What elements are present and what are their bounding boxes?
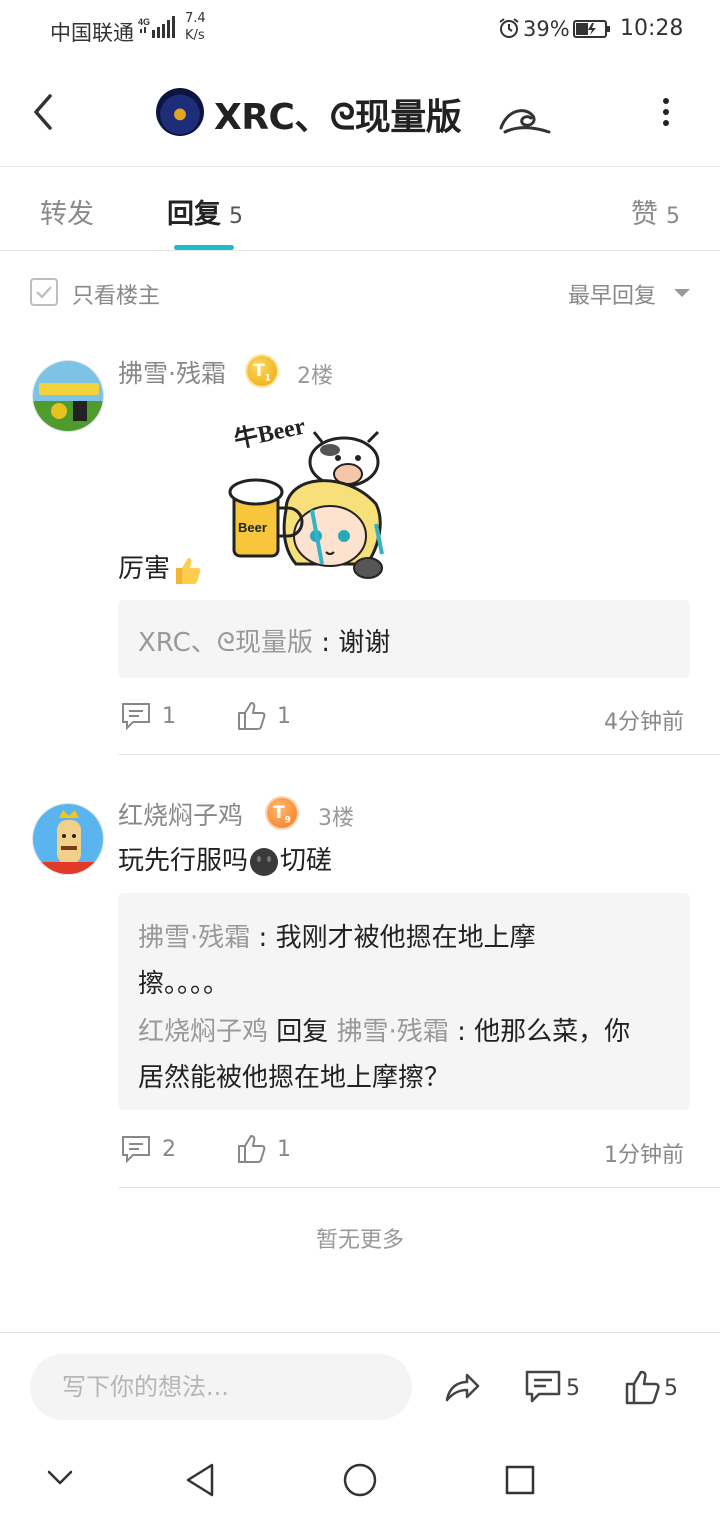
status-bar: 中国联通 4G 7.4 K/s 39% 10:28 bbox=[0, 0, 720, 58]
page-title: XRC、ᘓ现量版 bbox=[214, 97, 462, 138]
quote-line: 红烧焖子鸡 回复 拂雪·残霜 : 他那么菜，你 bbox=[138, 1017, 631, 1047]
quote-line: 居然能被他摁在地上摩擦？ bbox=[138, 1063, 451, 1093]
comment-1-time: 4分钟前 bbox=[604, 710, 684, 735]
quote-line: 拂雪·残霜 : 我刚才被他摁在地上摩 bbox=[138, 923, 536, 953]
only-op-label[interactable]: 只看楼主 bbox=[72, 278, 160, 310]
avatar-image bbox=[33, 804, 103, 874]
share-icon[interactable] bbox=[443, 1368, 481, 1406]
tab-replies[interactable]: 回复 5 bbox=[167, 192, 243, 231]
thumbs-up-emoji-icon bbox=[176, 557, 201, 584]
quote-line: 擦。。。。 bbox=[138, 969, 230, 999]
reply-icon[interactable] bbox=[120, 1133, 152, 1165]
comment-1-username[interactable]: 拂雪·残霜 bbox=[118, 354, 226, 390]
comment-2-reply-count: 2 bbox=[162, 1137, 176, 1162]
nav-recents-icon[interactable] bbox=[504, 1464, 536, 1496]
network-speed: 7.4 K/s bbox=[185, 11, 206, 43]
comment-1-reply-count: 1 bbox=[162, 704, 176, 729]
like-icon[interactable] bbox=[236, 1133, 268, 1165]
clock: 10:28 bbox=[620, 16, 684, 41]
bottom-reply-count: 5 bbox=[566, 1376, 580, 1401]
comment-icon[interactable] bbox=[524, 1368, 562, 1406]
alarm-icon bbox=[499, 18, 519, 38]
comment-2-username[interactable]: 红烧焖子鸡 bbox=[118, 796, 243, 832]
comment-1-text: 厉害 bbox=[118, 548, 204, 587]
title-swirl-decoration bbox=[499, 109, 551, 134]
back-arrow-icon[interactable] bbox=[28, 92, 62, 132]
more-vertical-icon[interactable] bbox=[652, 94, 680, 130]
comment-divider bbox=[118, 1187, 720, 1188]
like-icon[interactable] bbox=[624, 1368, 662, 1406]
tab-likes[interactable]: 赞5 bbox=[631, 192, 680, 231]
comment-1-floor: 2楼 bbox=[297, 364, 333, 389]
tab-forward[interactable]: 转发 bbox=[40, 192, 94, 231]
svg-text:牛Beer: 牛Beer bbox=[232, 414, 308, 454]
only-op-checkbox[interactable] bbox=[30, 278, 58, 306]
bottom-bar-divider bbox=[0, 1332, 720, 1333]
comment-2-like-count: 1 bbox=[277, 1137, 291, 1162]
check-icon bbox=[36, 286, 52, 299]
reply-icon[interactable] bbox=[120, 700, 152, 732]
comment-divider bbox=[118, 754, 720, 755]
nav-back-icon[interactable] bbox=[184, 1462, 216, 1498]
sort-dropdown[interactable]: 最早回复 bbox=[568, 278, 656, 310]
tabs-divider bbox=[0, 250, 720, 251]
quote-line: XRC、ᘓ现量版 : 谢谢 bbox=[138, 628, 391, 658]
comment-2-floor: 3楼 bbox=[318, 806, 354, 831]
comment-2-time: 1分钟前 bbox=[604, 1143, 684, 1168]
svg-text:4G: 4G bbox=[138, 17, 150, 27]
level-badge: T9 bbox=[267, 798, 297, 828]
svg-text:Beer: Beer bbox=[238, 520, 267, 535]
topic-avatar[interactable] bbox=[156, 88, 204, 136]
comment-2-quote-box[interactable]: 拂雪·残霜 : 我刚才被他摁在地上摩 擦。。。。 红烧焖子鸡 回复 拂雪·残霜 … bbox=[118, 893, 690, 1110]
level-badge: T1 bbox=[247, 356, 277, 386]
comment-1-avatar[interactable] bbox=[32, 360, 104, 432]
comment-input[interactable]: 写下你的想法... bbox=[30, 1354, 412, 1420]
nav-home-icon[interactable] bbox=[342, 1462, 378, 1498]
beer-girl-sticker[interactable]: 牛Beer Beer bbox=[226, 414, 394, 584]
signal-icon: 4G bbox=[138, 16, 175, 38]
caret-down-icon[interactable] bbox=[674, 289, 690, 297]
comment-1-like-count: 1 bbox=[277, 704, 291, 729]
comment-1-quote-box[interactable]: XRC、ᘓ现量版 : 谢谢 bbox=[118, 600, 690, 678]
hide-keyboard-chevron-icon[interactable] bbox=[46, 1468, 74, 1488]
battery-percent: 39% bbox=[523, 17, 570, 41]
like-icon[interactable] bbox=[236, 700, 268, 732]
comment-2-avatar[interactable] bbox=[32, 803, 104, 875]
bottom-like-count: 5 bbox=[664, 1376, 678, 1401]
header-divider bbox=[0, 166, 720, 167]
dark-face-emoji-icon bbox=[250, 847, 279, 876]
no-more-label: 暂无更多 bbox=[315, 1228, 404, 1253]
battery-icon bbox=[573, 20, 610, 38]
avatar-image bbox=[33, 361, 103, 431]
comment-2-text: 玩先行服吗 切磋 bbox=[118, 846, 333, 876]
carrier-name: 中国联通 bbox=[50, 21, 134, 45]
